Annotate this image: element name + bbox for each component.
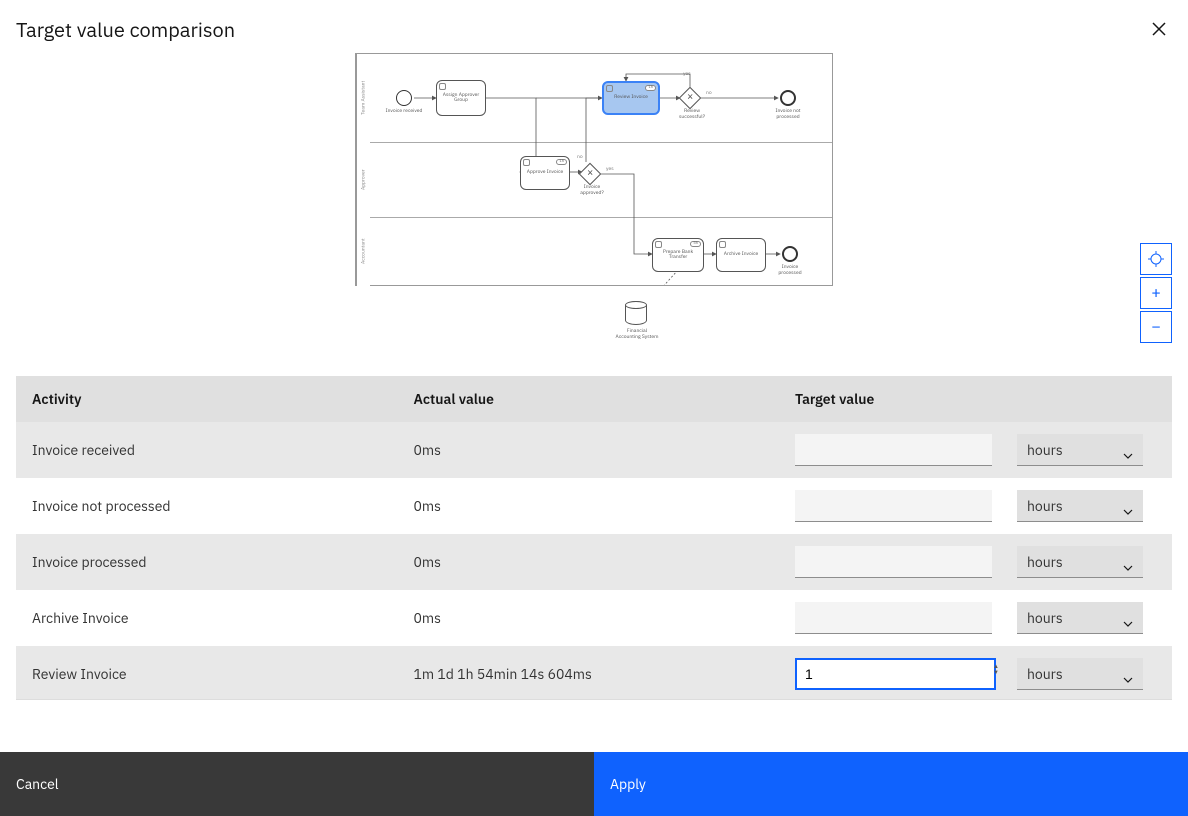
chevron-down-icon [1123,501,1133,511]
page-title: Target value comparison [16,16,235,43]
task-duration-badge: 1h [645,85,656,91]
chevron-down-icon [1123,557,1133,567]
unit-select-value: hours [1027,441,1063,459]
database-icon [625,301,647,325]
cell-target-value: hours [779,422,1172,478]
task-duration-badge: 1h [556,159,567,165]
unit-select[interactable]: hours [1017,602,1143,634]
cell-actual-value: 1m 1d 1h 54min 14s 604ms [397,646,778,700]
zoom-out-button[interactable]: − [1140,311,1172,343]
table-row: Invoice received0ms hours [16,422,1172,478]
task-duration-badge: 5h [690,241,701,247]
target-value-input[interactable] [795,434,992,466]
unit-select[interactable]: hours [1017,490,1143,522]
cell-actual-value: 0ms [397,590,778,646]
gateway-invoice-approved[interactable] [579,163,602,186]
target-value-input[interactable] [795,658,996,690]
unit-select[interactable]: hours [1017,658,1143,690]
cell-target-value: hours [779,590,1172,646]
datastore-label: Financial Accounting System [615,329,659,340]
modal-footer: Cancel Apply [0,752,1188,816]
cell-target-value: hours [779,534,1172,590]
stepper-down-icon[interactable]: ▼ [993,669,999,675]
table-row: Review Invoice1m 1d 1h 54min 14s 604ms▲▼… [16,646,1172,700]
unit-select-value: hours [1027,609,1063,627]
end-event-processed[interactable] [782,246,798,262]
cell-activity: Invoice received [16,422,397,478]
gateway-review-successful[interactable] [679,87,702,110]
target-value-input[interactable] [795,602,992,634]
cell-target-value: ▲▼ hours [779,646,1172,700]
lane-separator [370,217,832,218]
lane-accountant: Accountant [356,217,370,286]
cell-activity: Review Invoice [16,646,397,700]
end-event-not-processed[interactable] [780,90,796,106]
cell-activity: Invoice not processed [16,478,397,534]
table-row: Archive Invoice0ms hours [16,590,1172,646]
table-row: Invoice processed0ms hours [16,534,1172,590]
zoom-in-button[interactable]: + [1140,277,1172,309]
user-task-icon [523,159,530,166]
zoom-fit-button[interactable] [1140,243,1172,275]
task-prepare-bank-transfer[interactable]: 5h Prepare Bank Transfer [652,238,704,272]
edge-label-no: no [706,90,712,96]
lane-separator [370,142,832,143]
unit-select-value: hours [1027,665,1063,683]
gateway-review-label: Review successful? [672,109,712,120]
edge-label-yes: yes [683,71,691,77]
target-value-input[interactable] [795,546,992,578]
end-not-processed-label: Invoice not processed [768,109,808,120]
zoom-controls: + − [1140,241,1172,343]
cancel-button[interactable]: Cancel [0,752,594,816]
lane-approver: Approver [356,142,370,217]
lane-team-assistant: Team Assistant [356,54,370,142]
edge-label-yes: yes [606,166,614,172]
unit-select[interactable]: hours [1017,434,1143,466]
task-approve-invoice[interactable]: 1h Approve Invoice [520,156,570,190]
cell-activity: Archive Invoice [16,590,397,646]
task-review-invoice[interactable]: 1h Review Invoice [602,81,660,115]
target-value-table[interactable]: Activity Actual value Target value Invoi… [16,376,1172,700]
cell-actual-value: 0ms [397,422,778,478]
chevron-down-icon [1123,669,1133,679]
start-event-label: Invoice received [384,109,424,115]
user-task-icon [606,85,613,92]
bpmn-diagram: Team Assistant Approver Accountant [0,51,1188,361]
user-task-icon [655,241,662,248]
cell-target-value: hours [779,478,1172,534]
col-header-actual: Actual value [397,376,778,422]
unit-select[interactable]: hours [1017,546,1143,578]
chevron-down-icon [1123,613,1133,623]
end-processed-label: Invoice processed [770,265,810,276]
close-button[interactable] [1146,16,1172,43]
modal-header: Target value comparison [0,0,1188,51]
unit-select-value: hours [1027,553,1063,571]
task-archive-invoice[interactable]: Archive Invoice [716,238,766,272]
apply-button[interactable]: Apply [594,752,1188,816]
table-header-row: Activity Actual value Target value [16,376,1172,422]
col-header-target: Target value [779,376,1172,422]
number-stepper[interactable]: ▲▼ [993,663,999,675]
diagram-canvas[interactable]: Team Assistant Approver Accountant [355,53,833,286]
task-assign-approver[interactable]: Assign Approver Group [436,80,486,116]
col-header-activity: Activity [16,376,397,422]
service-task-icon [719,241,726,248]
user-task-icon [439,83,446,90]
unit-select-value: hours [1027,497,1063,515]
gateway-approved-label: Invoice approved? [572,185,612,196]
close-icon [1152,22,1166,36]
cell-actual-value: 0ms [397,478,778,534]
edge-label-no: no [577,154,583,160]
chevron-down-icon [1123,445,1133,455]
crosshair-icon [1148,251,1164,267]
cell-actual-value: 0ms [397,534,778,590]
start-event[interactable] [396,90,412,106]
cell-activity: Invoice processed [16,534,397,590]
table-row: Invoice not processed0ms hours [16,478,1172,534]
target-value-input[interactable] [795,490,992,522]
